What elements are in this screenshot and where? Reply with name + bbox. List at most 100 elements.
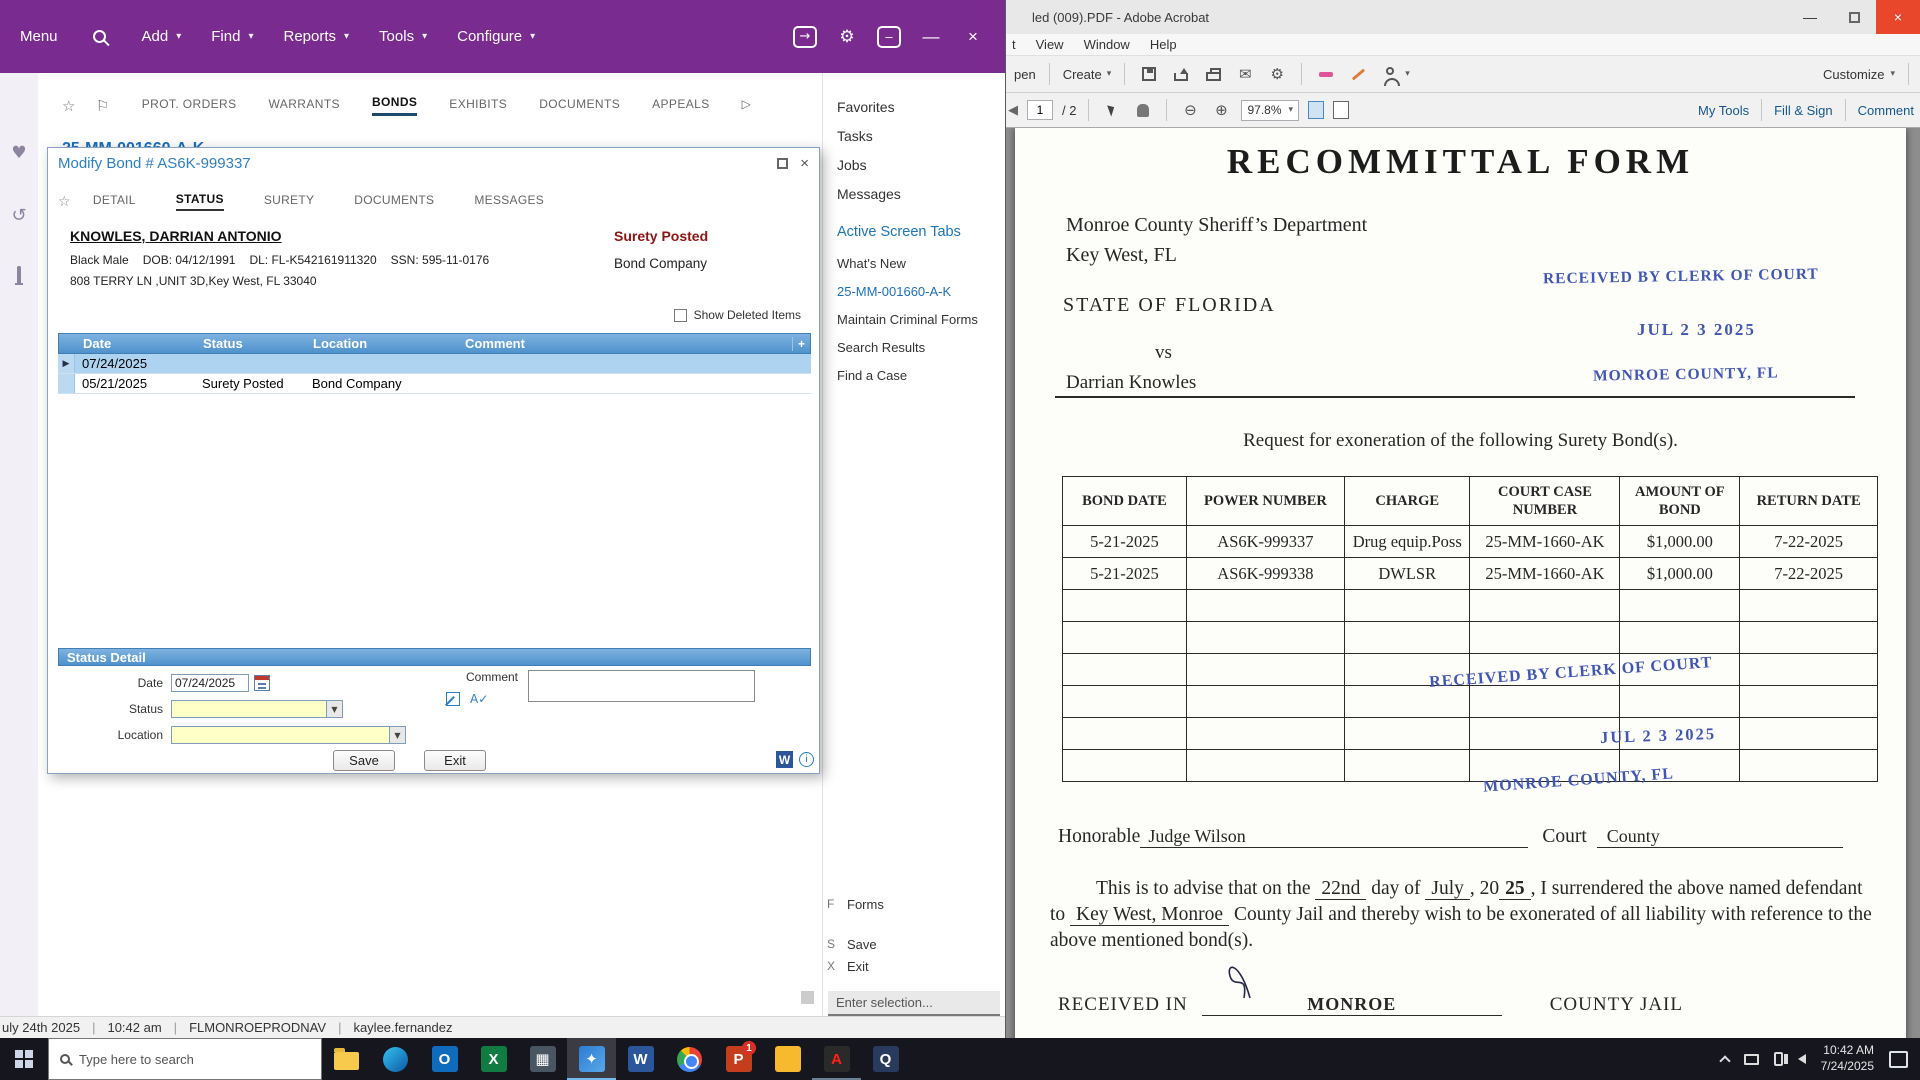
menu-configure[interactable]: Configure ▾ bbox=[457, 28, 535, 45]
pin-flag-icon[interactable]: ⚐ bbox=[96, 97, 110, 115]
taskbar-case-management-app[interactable]: ✦ bbox=[567, 1038, 616, 1080]
favorites-heart-icon[interactable]: ♥ bbox=[11, 143, 26, 163]
exit-button[interactable]: Exit bbox=[424, 750, 486, 771]
taskbar-search[interactable] bbox=[48, 1038, 322, 1080]
start-button[interactable] bbox=[0, 1038, 48, 1080]
spellcheck-icon[interactable]: A✓ bbox=[470, 692, 488, 706]
gear-icon[interactable]: ⚙ bbox=[1266, 63, 1288, 85]
more-tabs-arrow-icon[interactable]: ▷ bbox=[742, 97, 752, 115]
menu-edit-partial[interactable]: t bbox=[1012, 37, 1016, 52]
pen-annotation-icon[interactable] bbox=[1347, 63, 1369, 85]
history-icon[interactable]: ↺ bbox=[11, 205, 26, 226]
single-page-view-icon[interactable] bbox=[1333, 101, 1350, 119]
hidden-icons-chevron[interactable] bbox=[1718, 1054, 1731, 1067]
defendant-name-link[interactable]: KNOWLES, DARRIAN ANTONIO bbox=[70, 228, 579, 244]
search-icon[interactable] bbox=[88, 25, 112, 49]
shortcut-save[interactable]: S Save bbox=[827, 937, 877, 952]
screen-tab-find-a-case[interactable]: Find a Case bbox=[837, 368, 999, 383]
comment-button[interactable]: Comment bbox=[1858, 103, 1914, 118]
page-number-input[interactable] bbox=[1027, 100, 1053, 120]
tab-exhibits[interactable]: EXHIBITS bbox=[449, 97, 507, 115]
tab-warrants[interactable]: WARRANTS bbox=[269, 97, 340, 115]
dialog-favorite-star-icon[interactable]: ☆ bbox=[58, 194, 71, 210]
screen-tab-search-results[interactable]: Search Results bbox=[837, 340, 999, 355]
phone-link-icon[interactable] bbox=[1773, 1052, 1783, 1066]
tab-appeals[interactable]: APPEALS bbox=[652, 97, 710, 115]
dialog-close-icon[interactable]: × bbox=[800, 155, 809, 172]
taskbar-quick-assist[interactable]: Q bbox=[861, 1038, 910, 1080]
screen-tab-maintain-criminal-forms[interactable]: Maintain Criminal Forms bbox=[837, 312, 999, 327]
shortcut-exit[interactable]: X Exit bbox=[827, 959, 869, 974]
sidebar-item-favorites[interactable]: Favorites bbox=[837, 99, 999, 115]
menu-help[interactable]: Help bbox=[1150, 37, 1177, 52]
menu-reports[interactable]: Reports ▾ bbox=[283, 28, 349, 45]
email-icon[interactable]: ✉ bbox=[1234, 63, 1256, 85]
taskbar-excel[interactable]: X bbox=[469, 1038, 518, 1080]
tab-messages[interactable]: MESSAGES bbox=[474, 193, 544, 210]
screen-tab-whats-new[interactable]: What's New bbox=[837, 256, 999, 271]
sidebar-item-tasks[interactable]: Tasks bbox=[837, 128, 999, 144]
sidebar-item-jobs[interactable]: Jobs bbox=[837, 157, 999, 173]
taskbar-calculator[interactable]: ▦ bbox=[518, 1038, 567, 1080]
my-tools-button[interactable]: My Tools bbox=[1698, 103, 1749, 118]
date-input[interactable] bbox=[171, 674, 249, 692]
shortcut-forms[interactable]: F Forms bbox=[827, 897, 884, 912]
taskbar-sticky-notes[interactable] bbox=[763, 1038, 812, 1080]
taskbar-clock[interactable]: 10:42 AM 7/24/2025 bbox=[1821, 1043, 1874, 1074]
show-deleted-checkbox[interactable] bbox=[673, 308, 687, 322]
document-area[interactable]: RECOMMITTAL FORM Monroe County Sheriff’s… bbox=[1006, 128, 1920, 1038]
location-input[interactable] bbox=[171, 726, 390, 744]
enter-selection-field[interactable]: Enter selection... bbox=[828, 991, 1000, 1016]
calendar-icon[interactable] bbox=[254, 675, 270, 691]
taskbar-edge[interactable] bbox=[371, 1038, 420, 1080]
grid-row-selected[interactable]: ▶ 07/24/2025 bbox=[58, 354, 811, 374]
grid-add-row-button[interactable]: + bbox=[792, 336, 810, 351]
taskbar-file-explorer[interactable] bbox=[322, 1038, 371, 1080]
status-dropdown-icon[interactable]: ▼ bbox=[327, 700, 343, 718]
acrobat-maximize-icon[interactable] bbox=[1832, 0, 1876, 34]
save-icon[interactable] bbox=[1138, 63, 1160, 85]
minimize-icon[interactable]: — bbox=[919, 25, 943, 49]
favorite-star-icon[interactable]: ☆ bbox=[62, 97, 76, 115]
signature-icon[interactable] bbox=[1379, 63, 1401, 86]
fill-sign-button[interactable]: Fill & Sign bbox=[1774, 103, 1833, 118]
save-button[interactable]: Save bbox=[333, 750, 395, 771]
active-screen-tabs-header[interactable]: Active Screen Tabs bbox=[837, 224, 999, 240]
edit-comment-icon[interactable] bbox=[446, 692, 460, 706]
zoom-in-icon[interactable]: ⊕ bbox=[1210, 99, 1232, 121]
open-button-partial[interactable]: pen bbox=[1014, 67, 1036, 82]
gear-icon[interactable]: ⚙ bbox=[835, 25, 859, 49]
taskbar-chrome[interactable] bbox=[665, 1038, 714, 1080]
grid-row[interactable]: 05/21/2025 Surety Posted Bond Company bbox=[58, 374, 811, 394]
hand-tool-icon[interactable] bbox=[1132, 99, 1154, 121]
menu-add[interactable]: Add ▾ bbox=[142, 28, 182, 45]
acrobat-minimize-icon[interactable]: — bbox=[1788, 0, 1832, 34]
resize-grip[interactable] bbox=[801, 991, 814, 1004]
taskbar-outlook[interactable]: O bbox=[420, 1038, 469, 1080]
taskbar-acrobat[interactable]: A bbox=[812, 1038, 861, 1080]
tab-surety[interactable]: SURETY bbox=[264, 193, 314, 210]
tab-bonds[interactable]: BONDS bbox=[371, 95, 418, 116]
acrobat-close-icon[interactable]: × bbox=[1876, 0, 1920, 34]
zoom-level-dropdown[interactable]: 97.8% ▾ bbox=[1241, 99, 1300, 121]
tab-documents[interactable]: DOCUMENTS bbox=[354, 193, 434, 210]
highlighter-icon[interactable] bbox=[1315, 63, 1337, 85]
tab-detail[interactable]: DETAIL bbox=[93, 193, 136, 210]
previous-page-icon[interactable]: ◀ bbox=[1008, 103, 1018, 118]
taskbar-powerpoint[interactable]: P 1 bbox=[714, 1038, 763, 1080]
select-tool-icon[interactable] bbox=[1101, 99, 1123, 121]
close-icon[interactable]: × bbox=[961, 25, 985, 49]
share-upload-icon[interactable] bbox=[1170, 63, 1192, 85]
word-export-icon[interactable]: W bbox=[776, 751, 793, 768]
location-dropdown-icon[interactable]: ▼ bbox=[390, 726, 406, 744]
dialog-maximize-icon[interactable] bbox=[777, 157, 789, 169]
scrolling-view-icon[interactable] bbox=[1308, 101, 1325, 119]
logout-icon[interactable]: → bbox=[793, 25, 817, 48]
notifications-bell-icon[interactable] bbox=[17, 266, 21, 283]
fullscreen-icon[interactable]: – bbox=[877, 25, 901, 48]
volume-icon[interactable] bbox=[1783, 1054, 1806, 1064]
tab-prot-orders[interactable]: PROT. ORDERS bbox=[142, 97, 237, 115]
tab-status[interactable]: STATUS bbox=[175, 192, 224, 211]
tab-documents[interactable]: DOCUMENTS bbox=[539, 97, 620, 115]
create-button[interactable]: Create ▾ bbox=[1063, 67, 1112, 82]
